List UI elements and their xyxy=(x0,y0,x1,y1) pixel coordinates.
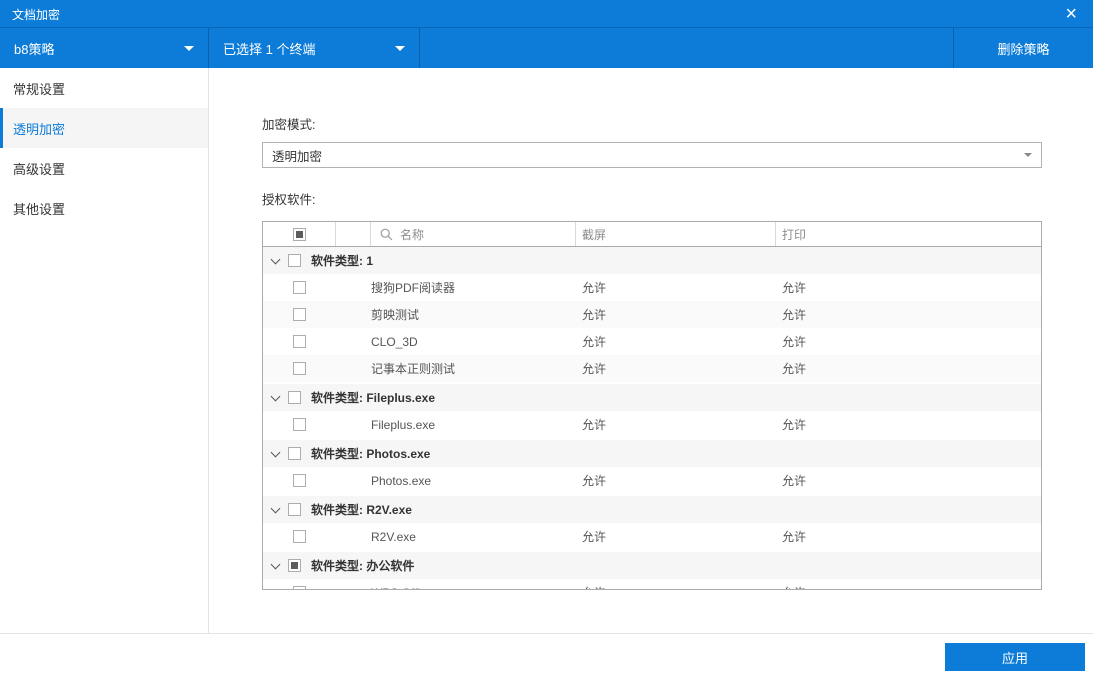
group-label: 软件类型: Fileplus.exe xyxy=(311,391,436,405)
table-row[interactable]: 搜狗PDF阅读器 允许 允许 xyxy=(263,274,1041,301)
group-header-row[interactable]: 软件类型: 办公软件 xyxy=(263,550,1041,579)
table-body: 软件类型: 1 搜狗PDF阅读器 允许 允许 剪映测试 允许 允许 CLO_3D 允许 允许 记事本… xyxy=(263,247,1041,590)
sidebar-item-0[interactable]: 常规设置 xyxy=(0,68,208,108)
terminal-dropdown-value: 已选择 1 个终端 xyxy=(223,41,316,57)
chevron-down-icon[interactable] xyxy=(270,391,281,401)
close-icon[interactable]: × xyxy=(1061,4,1081,24)
group-header-row[interactable]: 软件类型: Fileplus.exe xyxy=(263,382,1041,411)
table-row[interactable]: WPS Office允许允许 xyxy=(263,579,1041,590)
header-screenshot-cell: 截屏 xyxy=(576,222,776,246)
print-permission: 允许 xyxy=(782,308,807,322)
row-checkbox[interactable] xyxy=(293,308,306,321)
authorized-software-table: 名称 截屏 打印 软件类型: 1 搜狗PDF阅读器 允许 允许 剪映测试 允许 允许 CLO_… xyxy=(262,221,1042,590)
print-permission: 允许 xyxy=(782,530,807,544)
group-label: 软件类型: R2V.exe xyxy=(311,503,412,517)
print-permission: 允许 xyxy=(782,335,807,349)
table-row[interactable]: Fileplus.exe 允许 允许 xyxy=(263,411,1041,438)
software-name: CLO_3D xyxy=(371,334,418,349)
sidebar-item-1[interactable]: 透明加密 xyxy=(0,108,208,148)
table-row[interactable]: 记事本正则测试 允许 允许 xyxy=(263,355,1041,382)
group-label: 软件类型: 办公软件 xyxy=(311,559,415,573)
encryption-mode-select[interactable]: 透明加密 xyxy=(262,142,1042,168)
encryption-mode-value: 透明加密 xyxy=(272,149,323,164)
screenshot-permission: 允许 xyxy=(582,362,607,376)
apply-button[interactable]: 应用 xyxy=(945,643,1085,671)
header-name-cell[interactable]: 名称 xyxy=(371,222,576,246)
table-row[interactable]: 剪映测试 允许 允许 xyxy=(263,301,1041,328)
screenshot-permission: 允许 xyxy=(582,335,607,349)
chevron-down-icon[interactable] xyxy=(270,447,281,457)
chevron-down-icon[interactable] xyxy=(270,559,281,569)
software-name: R2V.exe xyxy=(371,529,416,544)
header-empty-cell xyxy=(336,222,371,246)
chevron-down-icon xyxy=(1024,153,1032,157)
delete-policy-button[interactable]: 删除策略 xyxy=(953,28,1093,68)
title-bar: 文档加密 × xyxy=(0,0,1093,28)
header-name-label: 名称 xyxy=(400,227,425,242)
header-print-cell: 打印 xyxy=(782,227,807,242)
software-name: Photos.exe xyxy=(371,473,432,488)
software-name: Fileplus.exe xyxy=(371,417,436,432)
row-checkbox[interactable] xyxy=(293,530,306,543)
software-name: 剪映测试 xyxy=(371,308,420,322)
table-header-row: 名称 截屏 打印 xyxy=(263,222,1041,247)
software-name: WPS Office xyxy=(371,579,576,590)
group-header-row[interactable]: 软件类型: 1 xyxy=(263,247,1041,274)
search-icon xyxy=(380,228,393,240)
print-permission: 允许 xyxy=(782,418,807,432)
sidebar-item-3[interactable]: 其他设置 xyxy=(0,188,208,228)
table-row[interactable]: CLO_3D 允许 允许 xyxy=(263,328,1041,355)
row-checkbox[interactable] xyxy=(293,474,306,487)
print-permission: 允许 xyxy=(782,362,807,376)
toolbar: b8策略 已选择 1 个终端 删除策略 xyxy=(0,28,1093,68)
row-checkbox[interactable] xyxy=(293,335,306,348)
table-row[interactable]: Photos.exe 允许 允许 xyxy=(263,467,1041,494)
settings-sidebar: 常规设置 透明加密 高级设置 其他设置 xyxy=(0,68,209,633)
screenshot-permission: 允许 xyxy=(582,474,607,488)
table-row[interactable]: R2V.exe 允许 允许 xyxy=(263,523,1041,550)
header-checkbox-cell xyxy=(263,222,336,246)
chevron-down-icon[interactable] xyxy=(270,503,281,513)
chevron-down-icon xyxy=(184,45,194,51)
authorized-software-label: 授权软件: xyxy=(262,193,316,207)
screenshot-permission: 允许 xyxy=(576,579,776,589)
print-permission: 允许 xyxy=(782,281,807,295)
software-name: 记事本正则测试 xyxy=(371,362,456,376)
group-header-row[interactable]: 软件类型: R2V.exe xyxy=(263,494,1041,523)
document-encryption-window: 文档加密 × b8策略 已选择 1 个终端 删除策略 常规设置 透明加密 高级设置其… xyxy=(0,0,1093,680)
chevron-down-icon[interactable] xyxy=(270,254,281,264)
group-label: 软件类型: Photos.exe xyxy=(311,447,431,461)
group-header-row[interactable]: 软件类型: Photos.exe xyxy=(263,438,1041,467)
row-checkbox[interactable] xyxy=(293,362,306,375)
row-checkbox[interactable] xyxy=(288,391,301,404)
sidebar-item-2[interactable]: 高级设置 xyxy=(0,148,208,188)
row-checkbox[interactable] xyxy=(288,559,301,572)
screenshot-permission: 允许 xyxy=(582,281,607,295)
print-permission: 允许 xyxy=(776,579,1041,589)
policy-dropdown[interactable]: b8策略 xyxy=(0,28,209,68)
screenshot-permission: 允许 xyxy=(582,530,607,544)
main-panel: 加密模式: 透明加密 授权软件: 名称 截屏 打印 软件类型: 1 搜狗PDF阅… xyxy=(209,68,1093,633)
software-name: 搜狗PDF阅读器 xyxy=(371,281,456,295)
row-checkbox[interactable] xyxy=(293,418,306,431)
group-label: 软件类型: 1 xyxy=(311,254,374,268)
row-checkbox[interactable] xyxy=(288,254,301,267)
window-title: 文档加密 xyxy=(12,7,61,22)
row-checkbox[interactable] xyxy=(293,586,306,589)
row-checkbox[interactable] xyxy=(288,503,301,516)
row-checkbox[interactable] xyxy=(288,447,301,460)
select-all-checkbox[interactable] xyxy=(292,227,306,241)
terminal-dropdown[interactable]: 已选择 1 个终端 xyxy=(209,28,420,68)
encryption-mode-label: 加密模式: xyxy=(262,118,316,132)
screenshot-permission: 允许 xyxy=(582,418,607,432)
policy-dropdown-value: b8策略 xyxy=(14,41,55,57)
content-area: 常规设置 透明加密 高级设置 其他设置 加密模式: 透明加密 授权软件: 名称 … xyxy=(0,68,1093,634)
screenshot-permission: 允许 xyxy=(582,308,607,322)
chevron-down-icon xyxy=(395,45,405,51)
footer-bar: 应用 xyxy=(0,634,1093,680)
print-permission: 允许 xyxy=(782,474,807,488)
row-checkbox[interactable] xyxy=(293,281,306,294)
